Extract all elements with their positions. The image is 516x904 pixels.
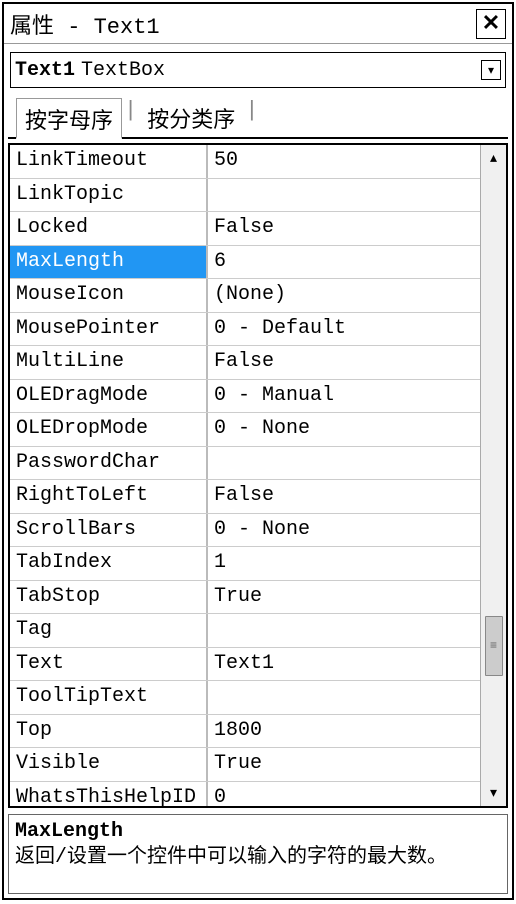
property-row[interactable]: MouseIcon(None) [10,279,480,313]
property-value[interactable]: 0 - None [208,514,480,547]
property-value-input[interactable] [214,250,474,273]
property-value[interactable] [208,246,480,279]
property-row[interactable]: LockedFalse [10,212,480,246]
property-value[interactable] [208,614,480,647]
close-button[interactable]: ✕ [476,9,506,39]
titlebar: 属性 - Text1 ✕ [4,4,512,44]
property-row[interactable]: ScrollBars0 - None [10,514,480,548]
property-name[interactable]: MouseIcon [10,279,208,312]
property-name[interactable]: RightToLeft [10,480,208,513]
property-row[interactable]: Top1800 [10,715,480,749]
property-name[interactable]: Visible [10,748,208,781]
property-name[interactable]: LinkTopic [10,179,208,212]
object-name: Text1 [15,59,75,82]
property-name[interactable]: Text [10,648,208,681]
properties-window: 属性 - Text1 ✕ Text1 TextBox ▾ 按字母序 | 按分类序… [2,2,514,900]
property-row[interactable]: Tag [10,614,480,648]
property-value[interactable] [208,681,480,714]
property-value[interactable]: True [208,581,480,614]
window-title: 属性 - Text1 [10,8,160,40]
scroll-thumb[interactable] [485,616,503,676]
property-grid[interactable]: LinkTimeout50LinkTopicLockedFalseMaxLeng… [10,145,480,806]
tab-separator: | [124,98,137,137]
property-name[interactable]: WhatsThisHelpID [10,782,208,807]
property-row[interactable]: RightToLeftFalse [10,480,480,514]
property-row[interactable]: OLEDropMode0 - None [10,413,480,447]
property-row[interactable]: VisibleTrue [10,748,480,782]
property-name[interactable]: LinkTimeout [10,145,208,178]
property-name[interactable]: TabStop [10,581,208,614]
object-selector[interactable]: Text1 TextBox ▾ [10,52,506,88]
property-row[interactable]: ToolTipText [10,681,480,715]
property-row[interactable]: WhatsThisHelpID0 [10,782,480,807]
description-text: 返回/设置一个控件中可以输入的字符的最大数。 [15,846,447,869]
property-row[interactable]: TabIndex1 [10,547,480,581]
property-name[interactable]: TabIndex [10,547,208,580]
property-value[interactable]: 0 - None [208,413,480,446]
scroll-up-icon[interactable]: ▴ [481,145,506,171]
property-row[interactable]: TextText1 [10,648,480,682]
property-value[interactable]: 0 - Manual [208,380,480,413]
property-value[interactable]: 0 - Default [208,313,480,346]
property-value[interactable]: 1 [208,547,480,580]
property-name[interactable]: Locked [10,212,208,245]
tabs: 按字母序 | 按分类序 | [8,92,508,139]
property-row[interactable]: OLEDragMode0 - Manual [10,380,480,414]
property-value[interactable]: (None) [208,279,480,312]
property-name[interactable]: OLEDragMode [10,380,208,413]
property-name[interactable]: MousePointer [10,313,208,346]
property-row[interactable]: TabStopTrue [10,581,480,615]
property-value[interactable]: 50 [208,145,480,178]
vertical-scrollbar[interactable]: ▴ ▾ [480,145,506,806]
property-name[interactable]: MultiLine [10,346,208,379]
property-row[interactable]: LinkTopic [10,179,480,213]
property-value[interactable]: True [208,748,480,781]
property-name[interactable]: PasswordChar [10,447,208,480]
property-value[interactable]: 0 [208,782,480,807]
tab-separator: | [245,98,258,137]
description-property-name: MaxLength [15,819,501,845]
property-name[interactable]: Tag [10,614,208,647]
property-value[interactable]: False [208,346,480,379]
property-value[interactable]: Text1 [208,648,480,681]
property-name[interactable]: OLEDropMode [10,413,208,446]
property-row[interactable]: PasswordChar [10,447,480,481]
property-name[interactable]: MaxLength [10,246,208,279]
dropdown-arrow-icon[interactable]: ▾ [481,60,501,80]
property-name[interactable]: ScrollBars [10,514,208,547]
property-value[interactable] [208,179,480,212]
tab-alphabetical[interactable]: 按字母序 [16,98,122,139]
property-row[interactable]: MaxLength [10,246,480,280]
property-value[interactable] [208,447,480,480]
description-pane: MaxLength 返回/设置一个控件中可以输入的字符的最大数。 [8,814,508,894]
object-type: TextBox [81,59,481,82]
scroll-down-icon[interactable]: ▾ [481,780,506,806]
property-value[interactable]: False [208,212,480,245]
property-row[interactable]: MousePointer0 - Default [10,313,480,347]
property-grid-container: LinkTimeout50LinkTopicLockedFalseMaxLeng… [8,143,508,808]
property-value[interactable]: False [208,480,480,513]
property-value[interactable]: 1800 [208,715,480,748]
tab-categorized[interactable]: 按分类序 [139,98,243,137]
property-name[interactable]: ToolTipText [10,681,208,714]
property-row[interactable]: MultiLineFalse [10,346,480,380]
close-icon: ✕ [482,11,500,37]
property-row[interactable]: LinkTimeout50 [10,145,480,179]
property-name[interactable]: Top [10,715,208,748]
